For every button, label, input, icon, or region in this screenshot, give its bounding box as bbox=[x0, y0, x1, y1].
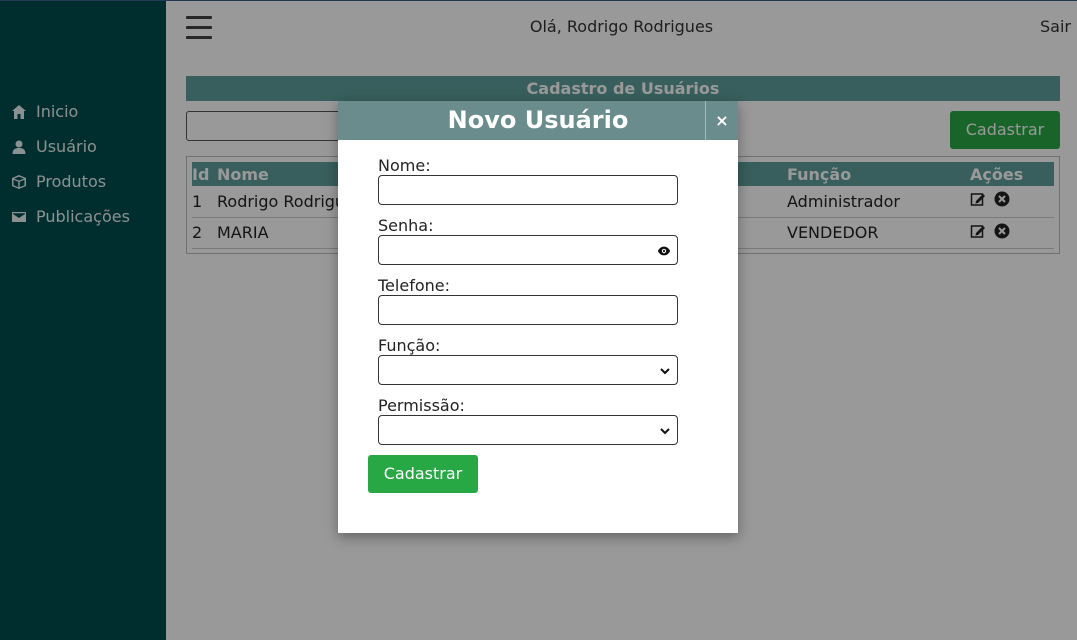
eye-icon[interactable] bbox=[657, 244, 671, 258]
modal-title: Novo Usuário bbox=[447, 106, 629, 134]
submit-button[interactable]: Cadastrar bbox=[368, 455, 478, 493]
telefone-input[interactable] bbox=[378, 295, 678, 325]
nome-input[interactable] bbox=[378, 175, 678, 205]
senha-label: Senha: bbox=[378, 216, 434, 235]
senha-input[interactable] bbox=[378, 235, 678, 265]
chevron-down-icon bbox=[660, 428, 670, 435]
funcao-select[interactable] bbox=[378, 355, 678, 385]
close-button[interactable]: × bbox=[705, 101, 738, 140]
nome-label: Nome: bbox=[378, 156, 431, 175]
telefone-label: Telefone: bbox=[378, 276, 450, 295]
chevron-down-icon bbox=[660, 368, 670, 375]
permissao-label: Permissão: bbox=[378, 396, 465, 415]
new-user-modal: Novo Usuário × Nome: Senha: Telefone: Fu… bbox=[338, 101, 738, 533]
modal-header: Novo Usuário × bbox=[338, 101, 738, 140]
permissao-select[interactable] bbox=[378, 415, 678, 445]
funcao-label: Função: bbox=[378, 336, 441, 355]
